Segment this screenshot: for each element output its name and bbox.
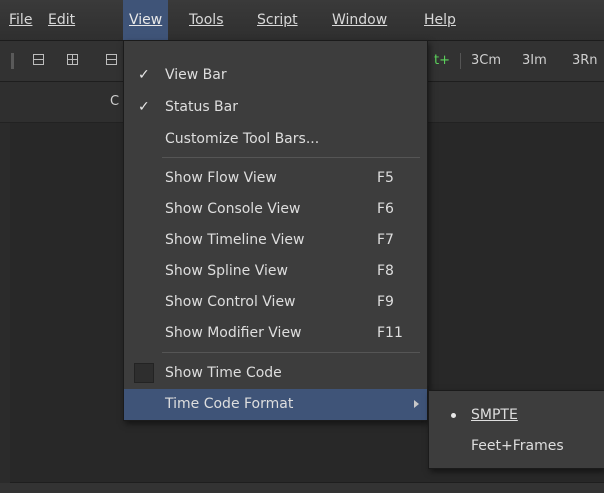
shortcut-label: F9 — [377, 294, 394, 310]
view-menu-dropdown: ✓ View Bar ✓ Status Bar Customize Tool B… — [123, 40, 428, 421]
menu-item-label: Show Console View — [165, 201, 301, 217]
menu-item-status-bar[interactable]: ✓ Status Bar — [124, 92, 427, 123]
checkmark-icon: ✓ — [138, 99, 150, 115]
menu-item-show-spline-view[interactable]: Show Spline View F8 — [124, 256, 427, 287]
layout-3rn-button[interactable]: 3Rn — [572, 41, 598, 81]
menu-item-label: Show Control View — [165, 294, 296, 310]
menu-item-show-console-view[interactable]: Show Console View F6 — [124, 194, 427, 225]
menu-view[interactable]: View — [123, 0, 169, 40]
menu-item-label: Show Modifier View — [165, 325, 302, 341]
menu-item-show-modifier-view[interactable]: Show Modifier View F11 — [124, 318, 427, 349]
single-view-layout-icon[interactable] — [33, 54, 44, 65]
menu-item-show-control-view[interactable]: Show Control View F9 — [124, 287, 427, 318]
menu-item-label: Show Spline View — [165, 263, 288, 279]
checkbox-icon[interactable] — [134, 363, 154, 383]
menu-separator — [162, 157, 420, 158]
radio-selected-icon — [451, 413, 456, 418]
shortcut-label: F11 — [377, 325, 403, 341]
shortcut-label: F8 — [377, 263, 394, 279]
menu-window[interactable]: Window — [326, 0, 393, 40]
menu-item-show-timeline-view[interactable]: Show Timeline View F7 — [124, 225, 427, 256]
shortcut-label: F7 — [377, 232, 394, 248]
submenu-item-feet-frames[interactable]: Feet+Frames — [429, 431, 604, 462]
layout-3cm-button[interactable]: 3Cm — [471, 41, 501, 81]
menu-item-time-code-format[interactable]: Time Code Format — [124, 389, 427, 420]
submenu-item-label: Feet+Frames — [471, 438, 564, 454]
layout-3im-button[interactable]: 3Im — [522, 41, 547, 81]
menu-bar: File Edit View Tools Script Window Help — [0, 0, 604, 41]
menu-item-label: Show Time Code — [165, 365, 282, 381]
checkmark-icon: ✓ — [138, 67, 150, 83]
menu-edit[interactable]: Edit — [42, 0, 81, 40]
time-code-format-submenu: SMPTE Feet+Frames — [428, 390, 604, 469]
menu-item-label: Show Timeline View — [165, 232, 305, 248]
menu-separator — [162, 352, 420, 353]
menu-item-show-flow-view[interactable]: Show Flow View F5 — [124, 163, 427, 194]
toolbar-grip[interactable] — [11, 53, 14, 69]
menu-script[interactable]: Script — [251, 0, 304, 40]
menu-item-view-bar[interactable]: ✓ View Bar — [124, 60, 427, 91]
menu-item-label: Status Bar — [165, 99, 239, 115]
menu-file[interactable]: File — [3, 0, 38, 40]
submenu-arrow-icon — [414, 400, 419, 408]
menu-tools[interactable]: Tools — [183, 0, 230, 40]
status-bar — [0, 483, 604, 493]
shortcut-label: F5 — [377, 170, 394, 186]
menu-help[interactable]: Help — [418, 0, 462, 40]
submenu-item-label: SMPTE — [471, 407, 518, 423]
menu-item-label: Time Code Format — [165, 396, 294, 412]
menu-item-label: Customize Tool Bars... — [165, 131, 320, 147]
menu-item-label: View Bar — [165, 67, 227, 83]
submenu-item-smpte[interactable]: SMPTE — [429, 400, 604, 431]
shortcut-label: F6 — [377, 201, 394, 217]
view-bar-label: C — [110, 94, 120, 109]
menu-item-show-time-code[interactable]: Show Time Code — [124, 358, 427, 389]
toolbar-separator — [460, 53, 461, 69]
stacked-view-layout-icon[interactable] — [106, 54, 117, 65]
toolbar-green-label[interactable]: t+ — [434, 41, 450, 81]
split-view-layout-icon[interactable] — [67, 54, 78, 65]
menu-item-label: Show Flow View — [165, 170, 277, 186]
menu-item-customize-tool-bars[interactable]: Customize Tool Bars... — [124, 124, 427, 155]
